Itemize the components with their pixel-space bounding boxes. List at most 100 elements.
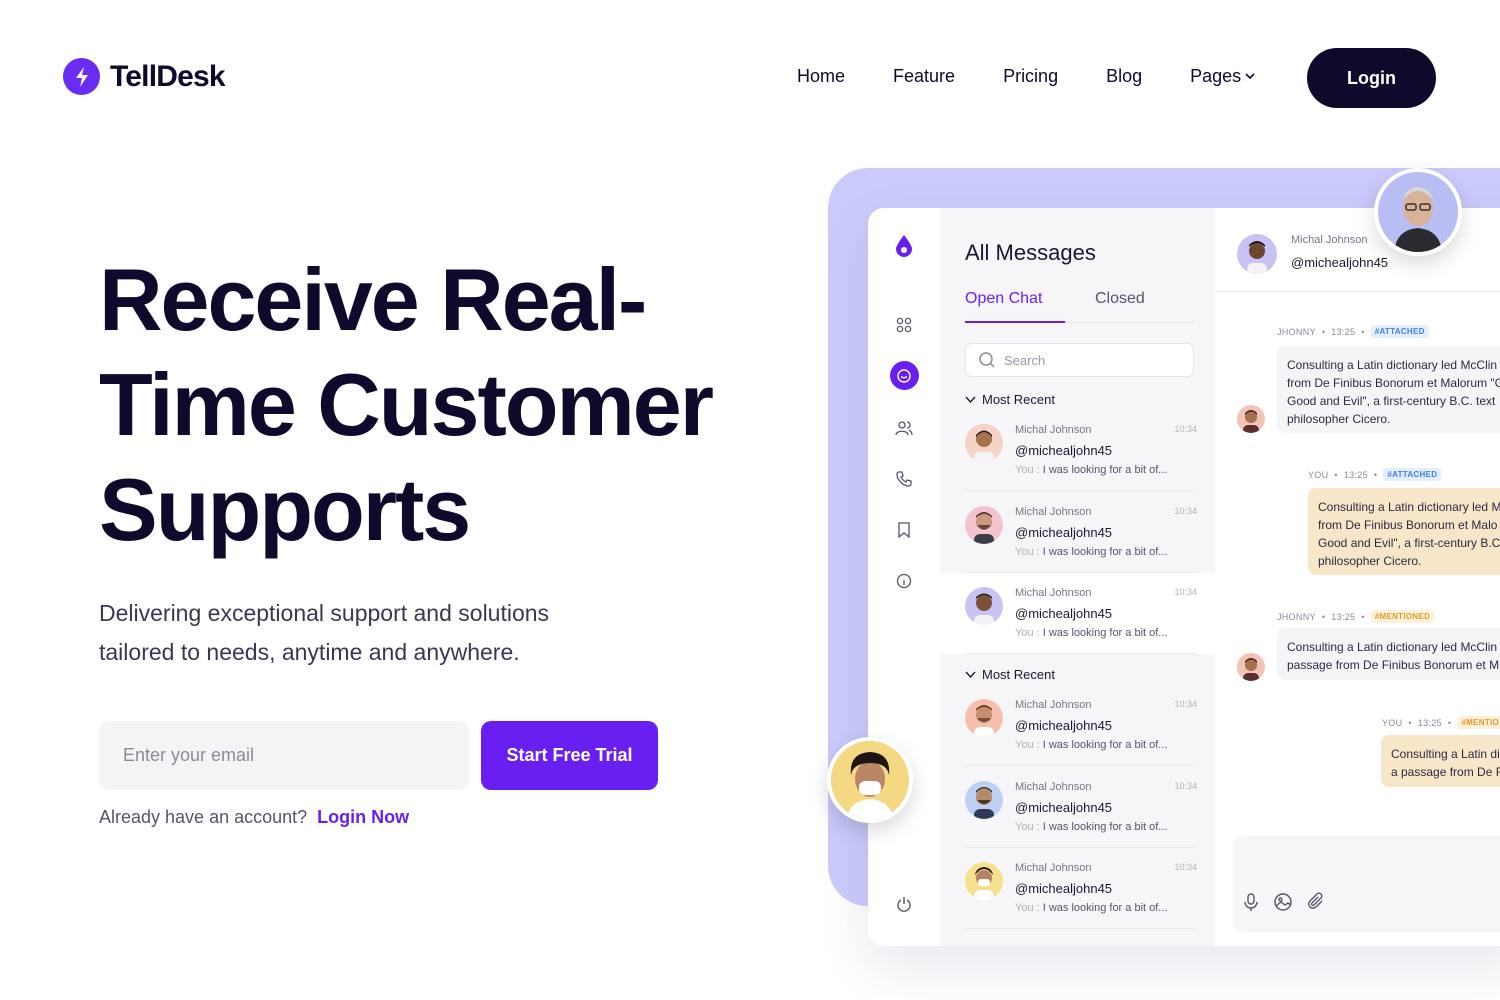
chat-preview-you: You : xyxy=(1015,821,1040,833)
icon-rail xyxy=(868,208,940,946)
message-tag: #ATTACHED xyxy=(1383,468,1442,481)
chat-preview-you: You : xyxy=(1015,627,1040,639)
section-label: Most Recent xyxy=(982,392,1055,407)
tab-closed[interactable]: Closed xyxy=(1095,290,1145,308)
chat-preview-you: You : xyxy=(1015,546,1040,558)
chat-preview-text: I was looking for a bit of... xyxy=(1039,546,1168,558)
chat-tabs: Open Chat Closed xyxy=(965,290,1195,323)
chat-time: 10:34 xyxy=(1174,587,1197,597)
avatar xyxy=(965,699,1003,737)
chat-time: 10:34 xyxy=(1174,506,1197,516)
account-line: Already have an account? Login Now xyxy=(99,807,409,828)
start-free-trial-button[interactable]: Start Free Trial xyxy=(481,721,658,790)
chat-preview-you: You : xyxy=(1015,739,1040,751)
nav-home[interactable]: Home xyxy=(797,66,845,87)
message-sender: JHONNY xyxy=(1277,611,1316,622)
phone-icon[interactable] xyxy=(892,467,916,491)
nav-blog[interactable]: Blog xyxy=(1106,66,1142,87)
chat-time: 10:34 xyxy=(1174,699,1197,709)
message-tag: #MENTIO xyxy=(1457,716,1500,729)
hero-title: Receive Real- Time Customer Supports xyxy=(99,247,779,562)
image-icon[interactable] xyxy=(1273,892,1293,912)
avatar xyxy=(1237,653,1265,681)
tab-open-chat[interactable]: Open Chat xyxy=(965,290,1066,323)
nav-feature[interactable]: Feature xyxy=(893,66,955,87)
message-meta: YOU • 13:25 • #MENTIO xyxy=(1382,716,1500,729)
section-most-recent-2[interactable]: Most Recent xyxy=(965,667,1055,682)
section-most-recent-1[interactable]: Most Recent xyxy=(965,392,1055,407)
email-input[interactable] xyxy=(99,721,469,790)
contact-handle: @michealjohn45 xyxy=(1291,255,1389,270)
nav-pricing[interactable]: Pricing xyxy=(1003,66,1058,87)
users-icon[interactable] xyxy=(892,416,916,440)
message-bubble-outgoing: Consulting a Latin di a passage from De … xyxy=(1381,735,1500,787)
chevron-down-icon xyxy=(965,396,976,403)
message-line: from De Finibus Bonorum et Malo xyxy=(1318,518,1498,532)
floating-avatar-bottom xyxy=(827,737,913,823)
grid-icon[interactable] xyxy=(892,313,916,337)
message-composer[interactable] xyxy=(1233,836,1500,932)
message-line: a passage from De F xyxy=(1391,765,1500,779)
chat-icon[interactable] xyxy=(892,364,916,388)
info-icon[interactable] xyxy=(892,569,916,593)
message-line: Consulting a Latin dictionary led M xyxy=(1318,500,1500,514)
message-line: Consulting a Latin dictionary led McClin xyxy=(1287,640,1498,654)
chat-preview-text: I was looking for a bit of... xyxy=(1039,902,1168,914)
message-bubble-outgoing: Consulting a Latin dictionary led M from… xyxy=(1308,488,1500,575)
message-line: Good and Evil", a first-century B.C xyxy=(1318,536,1500,550)
chat-list-item[interactable]: Michal Johnson @michealjohn45 You : I wa… xyxy=(940,848,1215,929)
hero-title-line-3: Supports xyxy=(99,457,471,562)
message-bubble-incoming: Consulting a Latin dictionary led McClin… xyxy=(1277,628,1500,680)
chat-preview-text: I was looking for a bit of... xyxy=(1039,464,1168,476)
message-sender: YOU xyxy=(1308,469,1329,480)
chat-preview: You : I was looking for a bit of... xyxy=(1015,902,1167,914)
search-icon xyxy=(979,352,995,368)
message-tag: #MENTIONED xyxy=(1370,610,1435,623)
message-time: 13:25 xyxy=(1417,717,1442,728)
chat-list-item[interactable]: Michal Johnson @michealjohn45 You : I wa… xyxy=(940,685,1215,766)
chat-sender-handle: @michealjohn45 xyxy=(1015,881,1113,896)
chat-sender-handle: @michealjohn45 xyxy=(1015,525,1113,540)
power-icon[interactable] xyxy=(892,892,916,916)
chat-list-item[interactable]: Michal Johnson @michealjohn45 You : I wa… xyxy=(940,767,1215,848)
divider xyxy=(965,928,1197,929)
message-bubble-incoming: Consulting a Latin dictionary led McClin… xyxy=(1277,346,1500,433)
chat-search[interactable]: Search xyxy=(965,343,1194,377)
nav-pages-label: Pages xyxy=(1190,66,1242,86)
message-tag: #ATTACHED xyxy=(1370,325,1429,338)
message-time: 13:25 xyxy=(1331,611,1356,622)
chat-list-item[interactable]: Michal Johnson @michealjohn45 You : I wa… xyxy=(940,410,1215,491)
microphone-icon[interactable] xyxy=(1241,892,1261,912)
hero-title-line-1: Receive Real- xyxy=(99,250,647,349)
chat-sender-name: Michal Johnson xyxy=(1015,699,1092,711)
nav-pages[interactable]: Pages xyxy=(1190,66,1255,87)
avatar xyxy=(965,862,1003,900)
chat-time: 10:34 xyxy=(1174,424,1197,434)
chat-sender-name: Michal Johnson xyxy=(1015,424,1092,436)
login-button[interactable]: Login xyxy=(1307,48,1436,108)
message-sender: YOU xyxy=(1382,717,1403,728)
message-time: 13:25 xyxy=(1343,469,1368,480)
avatar xyxy=(1237,405,1265,433)
avatar xyxy=(965,424,1003,462)
message-line: from De Finibus Bonorum et Malorum "G xyxy=(1287,376,1500,390)
chat-list-item[interactable]: Michal Johnson @michealjohn45 You : I wa… xyxy=(940,573,1215,654)
message-line: Consulting a Latin dictionary led McClin xyxy=(1287,358,1498,372)
message-line: passage from De Finibus Bonorum et M xyxy=(1287,658,1500,672)
contact-name: Michal Johnson xyxy=(1291,234,1368,246)
paperclip-icon[interactable] xyxy=(1307,892,1327,912)
account-text: Already have an account? xyxy=(99,807,308,827)
bookmark-icon[interactable] xyxy=(892,518,916,542)
login-now-link[interactable]: Login Now xyxy=(317,807,409,828)
message-meta: YOU • 13:25 • #ATTACHED xyxy=(1308,468,1442,481)
message-meta: JHONNY • 13:25 • #ATTACHED xyxy=(1277,325,1429,338)
chat-preview: You : I was looking for a bit of... xyxy=(1015,627,1167,639)
chat-preview: You : I was looking for a bit of... xyxy=(1015,464,1167,476)
message-line: philosopher Cicero. xyxy=(1287,412,1391,426)
chat-preview-text: I was looking for a bit of... xyxy=(1039,739,1168,751)
main-nav: Home Feature Pricing Blog Pages xyxy=(797,66,1303,87)
chat-list-item[interactable]: Michal Johnson @michealjohn45 You : I wa… xyxy=(940,492,1215,573)
brand-logo[interactable]: TellDesk xyxy=(63,58,226,95)
chat-preview: You : I was looking for a bit of... xyxy=(1015,546,1167,558)
message-sender: JHONNY xyxy=(1277,326,1316,337)
